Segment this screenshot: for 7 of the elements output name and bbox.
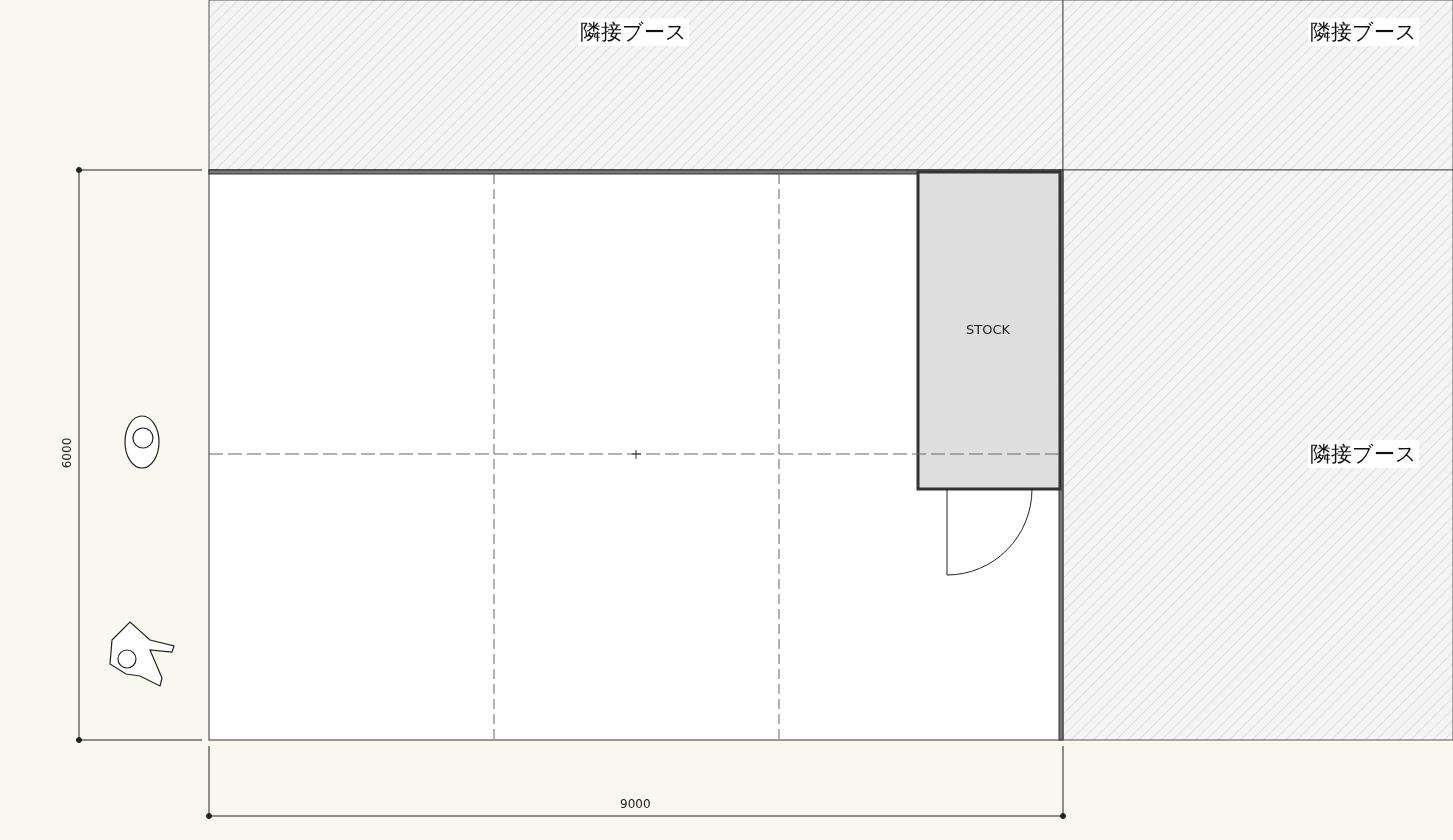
dimension-text: 6000 [60,437,75,469]
center-mark [631,449,642,460]
dimension-text: 9000 [620,797,651,811]
booth-label: 隣接ブース [1308,18,1419,46]
booth-label: 隣接ブース [1308,440,1419,468]
booth-label: 隣接ブース [578,18,689,46]
room-label: STOCK [966,321,1011,339]
